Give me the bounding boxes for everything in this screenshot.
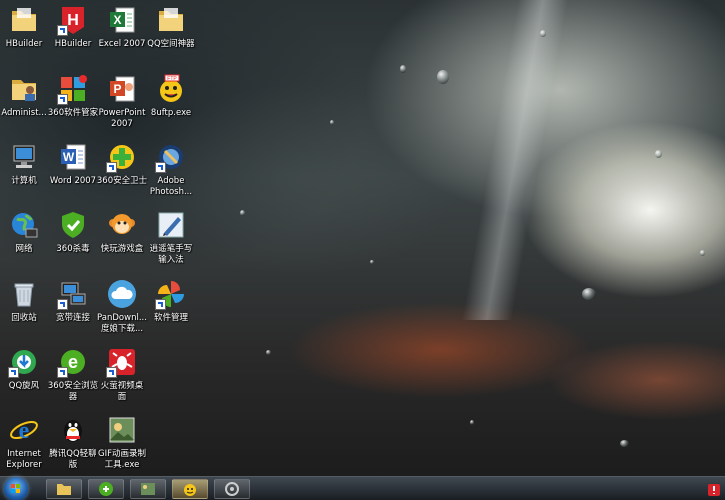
- shortcut-arrow-icon: [57, 25, 68, 36]
- rain-drop: [655, 150, 662, 158]
- firefly-icon: [106, 346, 138, 378]
- rain-drop: [370, 260, 374, 264]
- svg-text:FTP: FTP: [167, 76, 177, 82]
- desktop-icon-gif-recorder[interactable]: GIF动画录制 工具.exe: [94, 414, 150, 471]
- 360-safe-guard-icon: [106, 141, 138, 173]
- icon-label: Adobe Photosh...: [149, 176, 193, 197]
- svg-text:H: H: [67, 12, 79, 29]
- 360-browser-icon: [98, 481, 114, 497]
- shortcut-arrow-icon: [155, 299, 166, 310]
- taskbar-button-360-browser[interactable]: [88, 479, 124, 499]
- shortcut-arrow-icon: [57, 367, 68, 378]
- icon-label: GIF动画录制 工具.exe: [98, 449, 146, 470]
- shortcut-arrow-icon: [155, 162, 166, 173]
- desktop: HBuilder Administ... 计算机 网络 回收站 QQ旋风 e I…: [0, 0, 725, 500]
- rain-drop: [240, 210, 245, 216]
- svg-text:W: W: [63, 150, 75, 164]
- folder-icon: [155, 4, 187, 36]
- rain-drop: [400, 65, 406, 73]
- recycle-bin-icon: [8, 278, 40, 310]
- ftp-smiley-icon: [182, 481, 198, 497]
- rain-drop: [620, 440, 629, 447]
- rain-drop: [437, 70, 449, 84]
- rain-drop: [540, 30, 546, 37]
- image-viewer-icon: [140, 481, 156, 497]
- gif-recorder-icon: [106, 414, 138, 446]
- rain-drop: [266, 350, 271, 355]
- icon-label: 逍遥笔手写 输入法: [149, 244, 193, 265]
- word-icon: W: [57, 141, 89, 173]
- icon-label: 软件管理: [153, 313, 188, 323]
- desktop-icon-pan-download[interactable]: PanDownl... 度娘下载...: [94, 278, 150, 335]
- icon-label: QQ空间神器: [147, 39, 195, 49]
- broadband-connection-icon: [57, 278, 89, 310]
- windows-logo-icon: [11, 484, 21, 494]
- desktop-icon-8uftp[interactable]: FTP 8uftp.exe: [143, 73, 199, 119]
- user-folder-icon: [8, 73, 40, 105]
- desktop-icon-powerpoint-2007[interactable]: P PowerPoint 2007: [94, 73, 150, 130]
- wallpaper-streak: [461, 0, 569, 320]
- rain-drop: [582, 288, 596, 300]
- powerpoint-icon: P: [106, 73, 138, 105]
- shortcut-arrow-icon: [57, 94, 68, 105]
- taskbar: [0, 476, 725, 500]
- internet-explorer-icon: e: [8, 414, 40, 446]
- shortcut-arrow-icon: [106, 162, 117, 173]
- pen-tablet-icon: [155, 209, 187, 241]
- shield-icon: [57, 209, 89, 241]
- monkey-game-icon: [106, 209, 138, 241]
- folder-icon: [8, 4, 40, 36]
- desktop-icon-video-desktop[interactable]: 火萤视频桌 面: [94, 346, 150, 403]
- shortcut-arrow-icon: [106, 367, 117, 378]
- rain-drop: [700, 250, 705, 256]
- network-globe-icon: [8, 209, 40, 241]
- svg-text:X: X: [113, 13, 121, 27]
- desktop-icon-handwriting[interactable]: 逍遥笔手写 输入法: [143, 209, 199, 266]
- taskbar-button-explorer[interactable]: [46, 479, 82, 499]
- cloud-icon: [106, 278, 138, 310]
- taskbar-button-8uftp[interactable]: [172, 479, 208, 499]
- hbuilder-icon: H: [57, 4, 89, 36]
- folder-icon: [56, 481, 72, 497]
- computer-icon: [8, 141, 40, 173]
- rain-drop: [470, 420, 474, 425]
- 360-browser-icon: e: [57, 346, 89, 378]
- icon-label: 8uftp.exe: [150, 108, 192, 118]
- svg-text:e: e: [68, 352, 78, 372]
- shortcut-arrow-icon: [57, 299, 68, 310]
- ftp-smiley-icon: FTP: [155, 73, 187, 105]
- 360-soft-manager-icon: [57, 73, 89, 105]
- svg-text:e: e: [19, 418, 30, 444]
- excel-icon: X: [106, 4, 138, 36]
- desktop-icon-software-manager[interactable]: 软件管理: [143, 278, 199, 324]
- icon-label: 火萤视频桌 面: [100, 381, 144, 402]
- desktop-icon-qq-space[interactable]: QQ空间神器: [143, 4, 199, 50]
- photoshop-icon: [155, 141, 187, 173]
- gear-icon: [224, 481, 240, 497]
- desktop-icon-photoshop[interactable]: Adobe Photosh...: [143, 141, 199, 198]
- rain-drop: [330, 120, 334, 125]
- start-button[interactable]: [4, 477, 28, 500]
- qq-penguin-icon: [57, 414, 89, 446]
- svg-text:P: P: [113, 82, 121, 96]
- taskbar-button-image-app[interactable]: [130, 479, 166, 499]
- shortcut-arrow-icon: [8, 367, 19, 378]
- qq-whirlwind-icon: [8, 346, 40, 378]
- pinwheel-icon: [155, 278, 187, 310]
- taskbar-button-app[interactable]: [214, 479, 250, 499]
- tray-notification-icon[interactable]: [707, 482, 721, 496]
